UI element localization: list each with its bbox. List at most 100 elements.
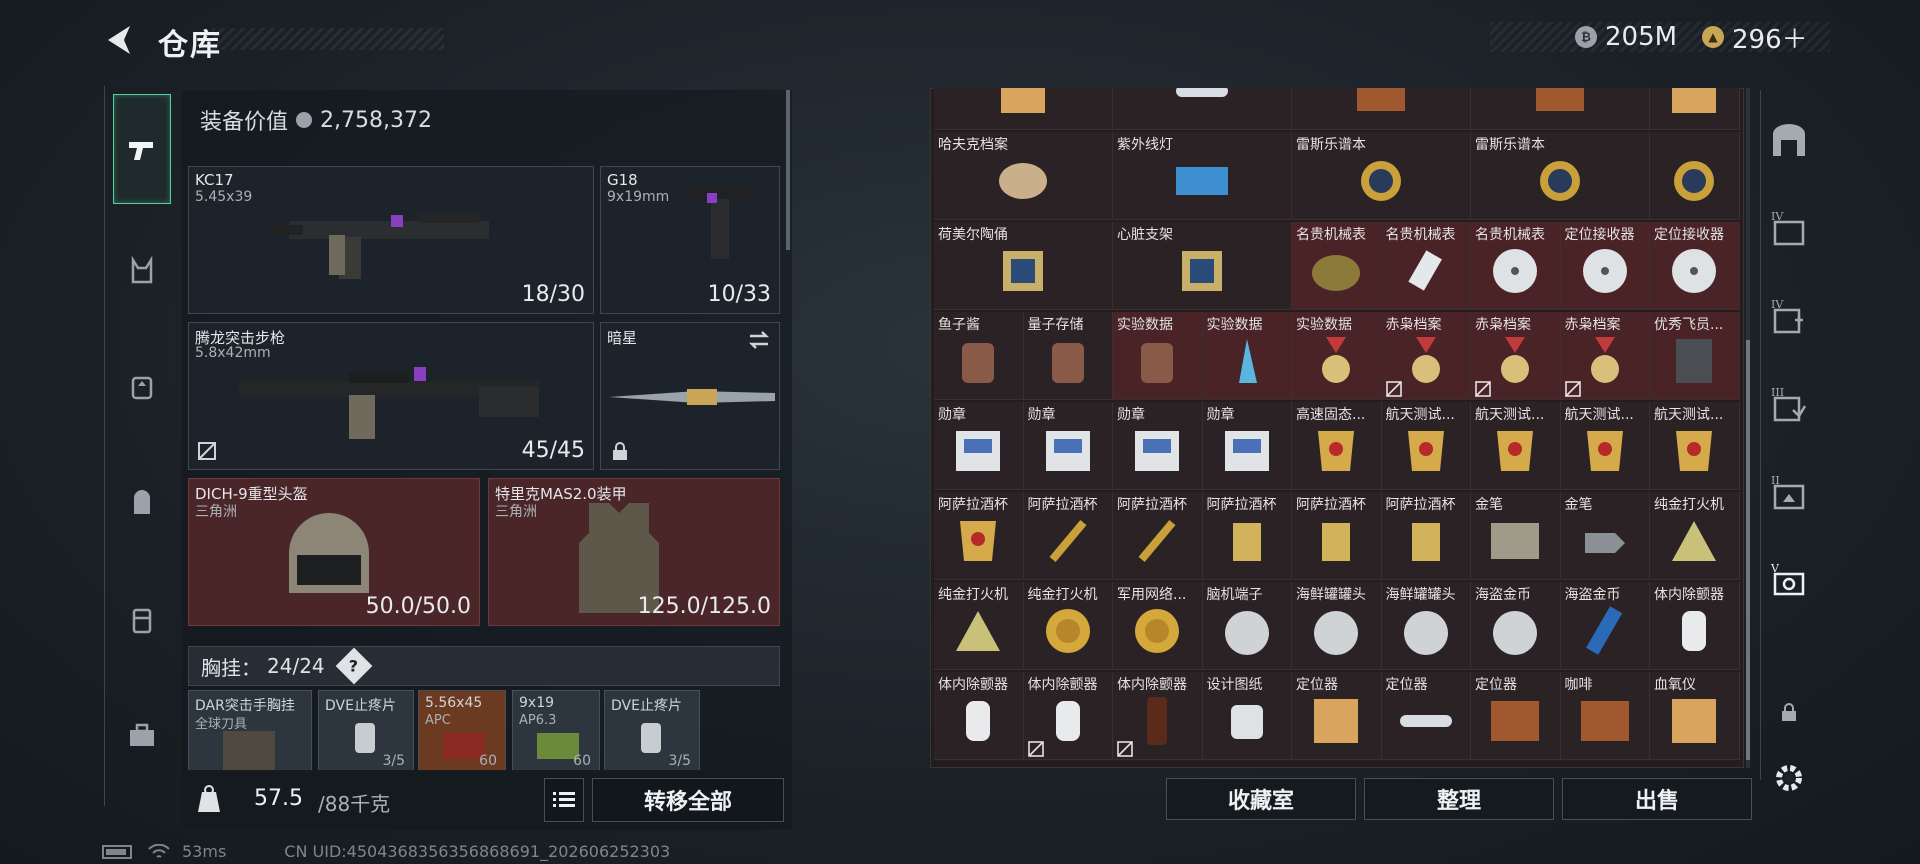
melee-weapon-slot[interactable]: 暗星	[600, 322, 780, 470]
stash-item[interactable]: 紫外线灯	[1113, 132, 1292, 220]
stash-item[interactable]: 名贵机械表	[1381, 222, 1471, 310]
stash-item[interactable]: 荷美尔陶俑	[934, 222, 1113, 310]
collection-room-button[interactable]: 收藏室	[1166, 778, 1356, 820]
rail-tab-case-v[interactable]: V	[1765, 552, 1813, 608]
stash-item[interactable]: 高速固态...	[1292, 402, 1382, 490]
stash-item[interactable]	[1471, 88, 1650, 130]
stash-item[interactable]: 血氧仪	[1650, 672, 1740, 760]
stash-item[interactable]: 纯金打火机	[1650, 492, 1740, 580]
stash-item[interactable]: 航天测试...	[1381, 402, 1471, 490]
equipment-scrollbar[interactable]	[786, 90, 790, 250]
stash-item[interactable]: 实验数据	[1113, 312, 1203, 400]
stash-item[interactable]: 体内除颤器	[934, 672, 1024, 760]
stash-item[interactable]	[1113, 88, 1292, 130]
stash-item[interactable]: 赤枭档案	[1471, 312, 1561, 400]
stash-item[interactable]: 雷斯乐谱本	[1292, 132, 1471, 220]
stash-item[interactable]: 海盗金币	[1471, 582, 1561, 670]
pouch-slot-painkiller[interactable]: DVE止疼片 3/5	[604, 690, 700, 772]
list-view-button[interactable]	[544, 778, 584, 822]
rail-tab-locked[interactable]	[1765, 684, 1813, 740]
help-icon[interactable]: ?	[335, 647, 373, 685]
armor-slot[interactable]: 特里克MAS2.0装甲 三角洲 125.0/125.0	[488, 478, 780, 626]
rail-tab-case[interactable]	[113, 584, 171, 654]
stash-item[interactable]: 纯金打火机	[1023, 582, 1113, 670]
pouch-slot-ammo-556[interactable]: 5.56x45 APC 60	[418, 690, 506, 772]
stash-item[interactable]: 定位器	[1381, 672, 1471, 760]
stash-item[interactable]: 实验数据	[1202, 312, 1292, 400]
stash-item[interactable]: 海鲜罐罐头	[1381, 582, 1471, 670]
helmet-slot[interactable]: DICH-9重型头盔 三角洲 50.0/50.0	[188, 478, 480, 626]
stash-item[interactable]: 海盗金币	[1560, 582, 1650, 670]
pouch-slot-rig[interactable]: DAR突击手胸挂 全球刀具	[188, 690, 312, 772]
stash-item[interactable]: 脑机端子	[1202, 582, 1292, 670]
stash-item[interactable]: 阿萨拉酒杯	[1381, 492, 1471, 580]
stash-item[interactable]: 实验数据	[1292, 312, 1382, 400]
rail-tab-case-iv[interactable]: IV	[1765, 288, 1813, 344]
secondary-weapon-slot[interactable]: G18 9x19mm 10/33	[600, 166, 780, 314]
rifle-weapon-slot[interactable]: 腾龙突击步枪 5.8x42mm 45/45	[188, 322, 594, 470]
stash-item[interactable]: 航天测试...	[1471, 402, 1561, 490]
settings-button[interactable]	[1765, 750, 1813, 806]
stash-item[interactable]: 定位器	[1292, 672, 1382, 760]
stash-item[interactable]: 阿萨拉酒杯	[1113, 492, 1203, 580]
rail-tab-pouch[interactable]	[113, 352, 171, 422]
stash-item-label: 设计图纸	[1206, 677, 1263, 693]
stash-item[interactable]: 定位器	[1471, 672, 1561, 760]
rail-tab-vault[interactable]	[1765, 112, 1813, 168]
stash-item[interactable]: 赤枭档案	[1560, 312, 1650, 400]
stash-item[interactable]: 体内除颤器	[1650, 582, 1740, 670]
primary-weapon-slot[interactable]: KC17 5.45x39 18/30	[188, 166, 594, 314]
rail-tab-backpack[interactable]	[113, 468, 171, 538]
stash-item[interactable]: 名贵机械表	[1471, 222, 1561, 310]
stash-item[interactable]	[1292, 88, 1471, 130]
stash-item[interactable]: 勋章	[1202, 402, 1292, 490]
stash-item[interactable]: 鱼子酱	[934, 312, 1024, 400]
stash-item[interactable]: 心脏支架	[1113, 222, 1292, 310]
stash-item[interactable]: 哈夫克档案	[934, 132, 1113, 220]
sort-button[interactable]: 整理	[1364, 778, 1554, 820]
stash-item[interactable]: 阿萨拉酒杯	[1292, 492, 1382, 580]
sell-button[interactable]: 出售	[1562, 778, 1752, 820]
stash-item[interactable]	[1650, 132, 1740, 220]
stash-item[interactable]: 金笔	[1560, 492, 1650, 580]
stash-item[interactable]: 勋章	[934, 402, 1024, 490]
swap-icon[interactable]	[747, 329, 771, 351]
rail-tab-weapons[interactable]	[113, 94, 171, 204]
stash-item[interactable]	[934, 88, 1113, 130]
stash-item[interactable]: 体内除颤器	[1023, 672, 1113, 760]
stash-item[interactable]: 赤枭档案	[1381, 312, 1471, 400]
stash-item[interactable]: 海鲜罐罐头	[1292, 582, 1382, 670]
stash-item[interactable]: 航天测试...	[1560, 402, 1650, 490]
stash-item[interactable]: 雷斯乐谱本	[1471, 132, 1650, 220]
transfer-all-button[interactable]: 转移全部	[592, 778, 784, 822]
stash-item[interactable]: 设计图纸	[1202, 672, 1292, 760]
pouch-slot-painkiller[interactable]: DVE止疼片 3/5	[318, 690, 414, 772]
rail-tab-folder-iv[interactable]: IV	[1765, 200, 1813, 256]
stash-item[interactable]: 金笔	[1471, 492, 1561, 580]
rail-tab-vest[interactable]	[113, 236, 171, 306]
stash-item[interactable]: 阿萨拉酒杯	[1023, 492, 1113, 580]
pouch-slot-ammo-919[interactable]: 9x19 AP6.3 60	[512, 690, 600, 772]
stash-item[interactable]: 名贵机械表	[1292, 222, 1382, 310]
rail-tab-case-ii[interactable]: II	[1765, 464, 1813, 520]
stash-item[interactable]: 航天测试...	[1650, 402, 1740, 490]
stash-item[interactable]: 勋章	[1113, 402, 1203, 490]
stash-item[interactable]: 咖啡	[1560, 672, 1650, 760]
rail-tab-case-iii[interactable]: III	[1765, 376, 1813, 432]
back-arrow-icon[interactable]	[100, 20, 140, 60]
stash-item[interactable]: 纯金打火机	[934, 582, 1024, 670]
stash-item[interactable]: 定位接收器	[1560, 222, 1650, 310]
rail-tab-toolbox[interactable]	[113, 700, 171, 770]
stash-item[interactable]: 量子存储	[1023, 312, 1113, 400]
stash-scrollbar[interactable]	[1746, 340, 1750, 760]
stash-item[interactable]: 阿萨拉酒杯	[934, 492, 1024, 580]
stash-item[interactable]: 体内除颤器	[1113, 672, 1203, 760]
stash-item[interactable]: 军用网络...	[1113, 582, 1203, 670]
stash-item[interactable]: 勋章	[1023, 402, 1113, 490]
stash-item[interactable]: 阿萨拉酒杯	[1202, 492, 1292, 580]
silver-currency[interactable]: ₿ 205M	[1575, 22, 1677, 52]
stash-item[interactable]: 定位接收器	[1650, 222, 1740, 310]
stash-item[interactable]: 优秀飞员...	[1650, 312, 1740, 400]
stash-item[interactable]	[1650, 88, 1740, 130]
gold-currency[interactable]: ▲ 296＋	[1702, 22, 1808, 55]
